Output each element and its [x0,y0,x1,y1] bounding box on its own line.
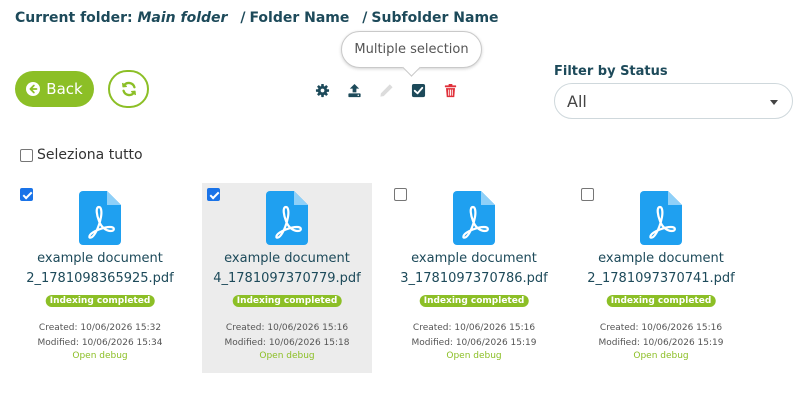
status-badge: Indexing completed [419,295,529,307]
file-checkbox[interactable] [581,188,594,201]
breadcrumb-separator: / [240,10,246,26]
pdf-file-icon [79,191,121,245]
refresh-button[interactable] [108,70,149,108]
chevron-down-icon [770,100,778,105]
file-card[interactable]: example document 2_1781097370741.pdf Inde… [576,183,746,373]
file-checkbox[interactable] [394,188,407,201]
breadcrumb: Current folder: Main folder / Folder Name… [15,10,499,26]
pdf-file-icon [640,191,682,245]
multiple-selection-tooltip: Multiple selection [341,31,482,68]
back-button-label: Back [46,80,83,98]
status-filter-select[interactable]: All [554,83,793,119]
pdf-file-icon [453,191,495,245]
file-checkbox[interactable] [207,188,220,201]
modified-date: Modified: 10/06/2026 15:19 [598,338,724,348]
modified-date: Modified: 10/06/2026 15:34 [37,338,163,348]
file-meta: Created: 10/06/2026 15:32 Modified: 10/06… [15,321,185,351]
settings-button[interactable] [306,80,338,100]
check-square-icon [411,83,425,97]
breadcrumb-folder[interactable]: Folder Name [249,10,349,26]
open-debug-link[interactable]: Open debug [15,351,185,361]
created-date: Created: 10/06/2026 15:16 [412,323,536,333]
select-all-label[interactable]: Seleziona tutto [37,147,143,163]
open-debug-link[interactable]: Open debug [576,351,746,361]
file-grid: example document 2_1781098365925.pdf Inde… [15,183,775,373]
select-all-checkbox[interactable] [20,148,33,162]
select-all: Seleziona tutto [20,147,143,163]
file-card[interactable]: example document 4_1781097370779.pdf Inde… [202,183,372,373]
upload-button[interactable] [338,80,370,100]
pdf-file-icon [266,191,308,245]
pencil-icon [379,83,393,97]
file-checkbox[interactable] [20,188,33,201]
breadcrumb-label: Current folder: [15,10,133,26]
file-meta: Created: 10/06/2026 15:16 Modified: 10/06… [576,321,746,351]
file-meta: Created: 10/06/2026 15:16 Modified: 10/06… [389,321,559,351]
created-date: Created: 10/06/2026 15:16 [599,323,723,333]
edit-button[interactable] [370,80,402,100]
file-meta: Created: 10/06/2026 15:16 Modified: 10/06… [202,321,372,351]
modified-date: Modified: 10/06/2026 15:18 [224,338,350,348]
arrow-left-icon [26,82,41,96]
gear-icon [315,83,329,97]
status-badge: Indexing completed [606,295,716,307]
back-button[interactable]: Back [15,71,94,107]
multiple-selection-button[interactable] [402,80,434,100]
breadcrumb-main-folder[interactable]: Main folder [137,10,227,26]
breadcrumb-separator: / [362,10,368,26]
file-name[interactable]: example document 2_1781098365925.pdf [15,249,185,289]
file-toolbar [306,80,466,100]
file-name[interactable]: example document 2_1781097370741.pdf [576,249,746,289]
file-name[interactable]: example document 3_1781097370786.pdf [389,249,559,289]
status-filter-value: All [567,91,587,111]
open-debug-link[interactable]: Open debug [389,351,559,361]
modified-date: Modified: 10/06/2026 15:19 [411,338,537,348]
created-date: Created: 10/06/2026 15:16 [225,323,349,333]
status-badge: Indexing completed [232,295,342,307]
open-debug-link[interactable]: Open debug [202,351,372,361]
refresh-icon [121,81,136,97]
file-card[interactable]: example document 2_1781098365925.pdf Inde… [15,183,185,373]
trash-icon [444,83,456,97]
file-card[interactable]: example document 3_1781097370786.pdf Inde… [389,183,559,373]
status-badge: Indexing completed [45,295,155,307]
filter-label: Filter by Status [554,64,668,79]
upload-icon [347,83,361,97]
breadcrumb-subfolder[interactable]: Subfolder Name [371,10,498,26]
file-name[interactable]: example document 4_1781097370779.pdf [202,249,372,289]
delete-button[interactable] [434,80,466,100]
created-date: Created: 10/06/2026 15:32 [38,323,162,333]
